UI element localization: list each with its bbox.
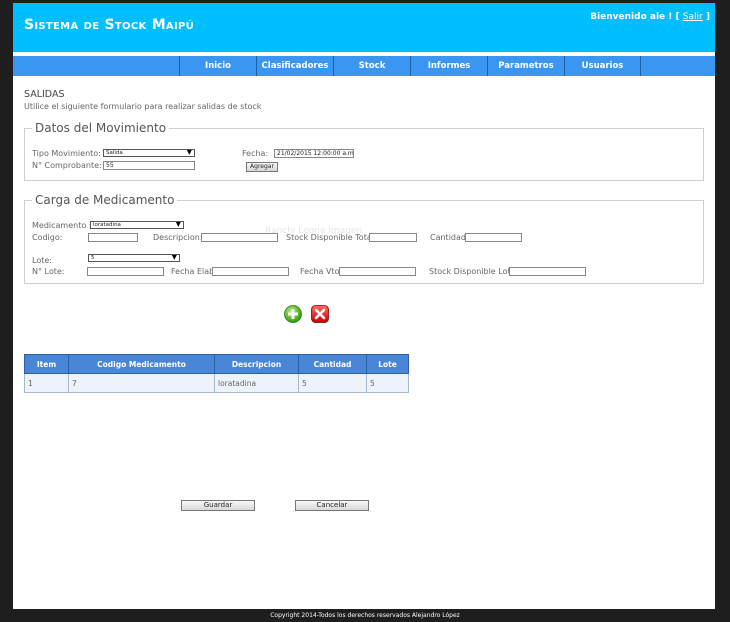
col-lote: Lote [366,354,409,374]
fecha-input[interactable]: 21/02/2015 12:00:00 a.m. [274,149,354,158]
cell-descripcion: loratadina [214,373,299,393]
agregar-button[interactable]: Agregar [246,162,278,172]
lote-select[interactable]: 5 ▼ [88,254,180,262]
movimiento-fieldset: Datos del Movimiento Tipo Movimiento: Sa… [24,121,704,181]
app-title: Sistema de Stock Maipú [24,17,195,33]
medicamento-select[interactable]: loratadina ▼ [90,221,184,229]
nlote-label: N° Lote: [32,267,65,276]
comprobante-label: N° Comprobante: [32,161,102,170]
welcome-suffix: ] [705,12,710,22]
col-codigo: Codigo Medicamento [68,354,215,374]
cell-item: 1 [24,373,69,393]
col-cantidad: Cantidad [298,354,367,374]
page-subtitle: Utilice el siguiente formulario para rea… [24,102,262,111]
col-descripcion: Descripcion [214,354,299,374]
stock-lote-label: Stock Disponible Lote: [429,267,519,276]
tipo-movimiento-label: Tipo Movimiento: [32,149,101,158]
cell-cantidad: 5 [298,373,367,393]
fecha-elab-label: Fecha Elab: [171,267,217,276]
cantidad-input[interactable] [465,233,522,242]
cantidad-label: Cantidad: [430,233,469,242]
fecha-vto-input[interactable] [339,267,416,276]
welcome-message: Bienvenido ale ! [ Salir ] [590,12,710,22]
nav-item-stock[interactable]: Stock [333,56,410,76]
logout-link[interactable]: Salir [683,12,703,22]
carga-fieldset: Carga de Medicamento Medicamento : lorat… [24,193,704,284]
welcome-text: Bienvenido ale ! [ [590,12,680,22]
page-frame: Sistema de Stock Maipú Bienvenido ale ! … [13,3,715,609]
stock-total-input[interactable] [369,233,417,242]
movimiento-legend: Datos del Movimiento [32,121,170,135]
header: Sistema de Stock Maipú Bienvenido ale ! … [13,3,715,52]
nlote-input[interactable] [87,267,164,276]
medicamento-value: loratadina [93,222,121,228]
fecha-vto-label: Fecha Vto: [300,267,343,276]
tipo-movimiento-value: Salida [106,150,123,156]
nav-item-parametros[interactable]: Parametros [487,56,564,76]
table-row[interactable]: 1 7 loratadina 5 5 [24,373,409,393]
lote-value: 5 [91,255,95,261]
table-header-row: Item Codigo Medicamento Descripcion Cant… [24,354,409,374]
medicamento-label: Medicamento : [32,221,92,230]
items-table: Item Codigo Medicamento Descripcion Cant… [24,354,409,393]
codigo-input[interactable] [88,233,138,242]
footer-copyright: Copyright 2014-Todos los derechos reserv… [270,612,460,619]
codigo-label: Codigo: [32,233,63,242]
dropdown-arrow-icon: ▼ [171,254,177,261]
dropdown-arrow-icon: ▼ [175,221,181,228]
carga-legend: Carga de Medicamento [32,193,178,207]
remove-icon[interactable] [311,305,329,323]
add-icon[interactable] [284,305,302,323]
stock-lote-input[interactable] [509,267,586,276]
nav-item-informes[interactable]: Informes [410,56,487,76]
nav-item-inicio[interactable]: Inicio [179,56,256,76]
nav-item-usuarios[interactable]: Usuarios [564,56,641,76]
comprobante-input[interactable]: 55 [103,161,195,170]
guardar-button[interactable]: Guardar [181,500,255,511]
descripcion-input[interactable] [201,233,278,242]
cell-lote: 5 [366,373,409,393]
lote-label: Lote: [32,256,52,265]
fecha-label: Fecha: [242,149,269,158]
cancelar-button[interactable]: Cancelar [295,500,369,511]
col-item: Item [24,354,69,374]
dropdown-arrow-icon: ▼ [186,149,192,156]
page-title: SALIDAS [24,89,65,100]
fecha-elab-input[interactable] [212,267,289,276]
stock-total-label: Stock Disponible Total: [286,233,377,242]
cell-codigo: 7 [68,373,215,393]
tipo-movimiento-select[interactable]: Salida ▼ [103,149,195,157]
nav-item-clasificadores[interactable]: Clasificadores [256,56,333,76]
main-nav: Inicio Clasificadores Stock Informes Par… [13,56,715,76]
descripcion-label: Descripcion: [153,233,203,242]
